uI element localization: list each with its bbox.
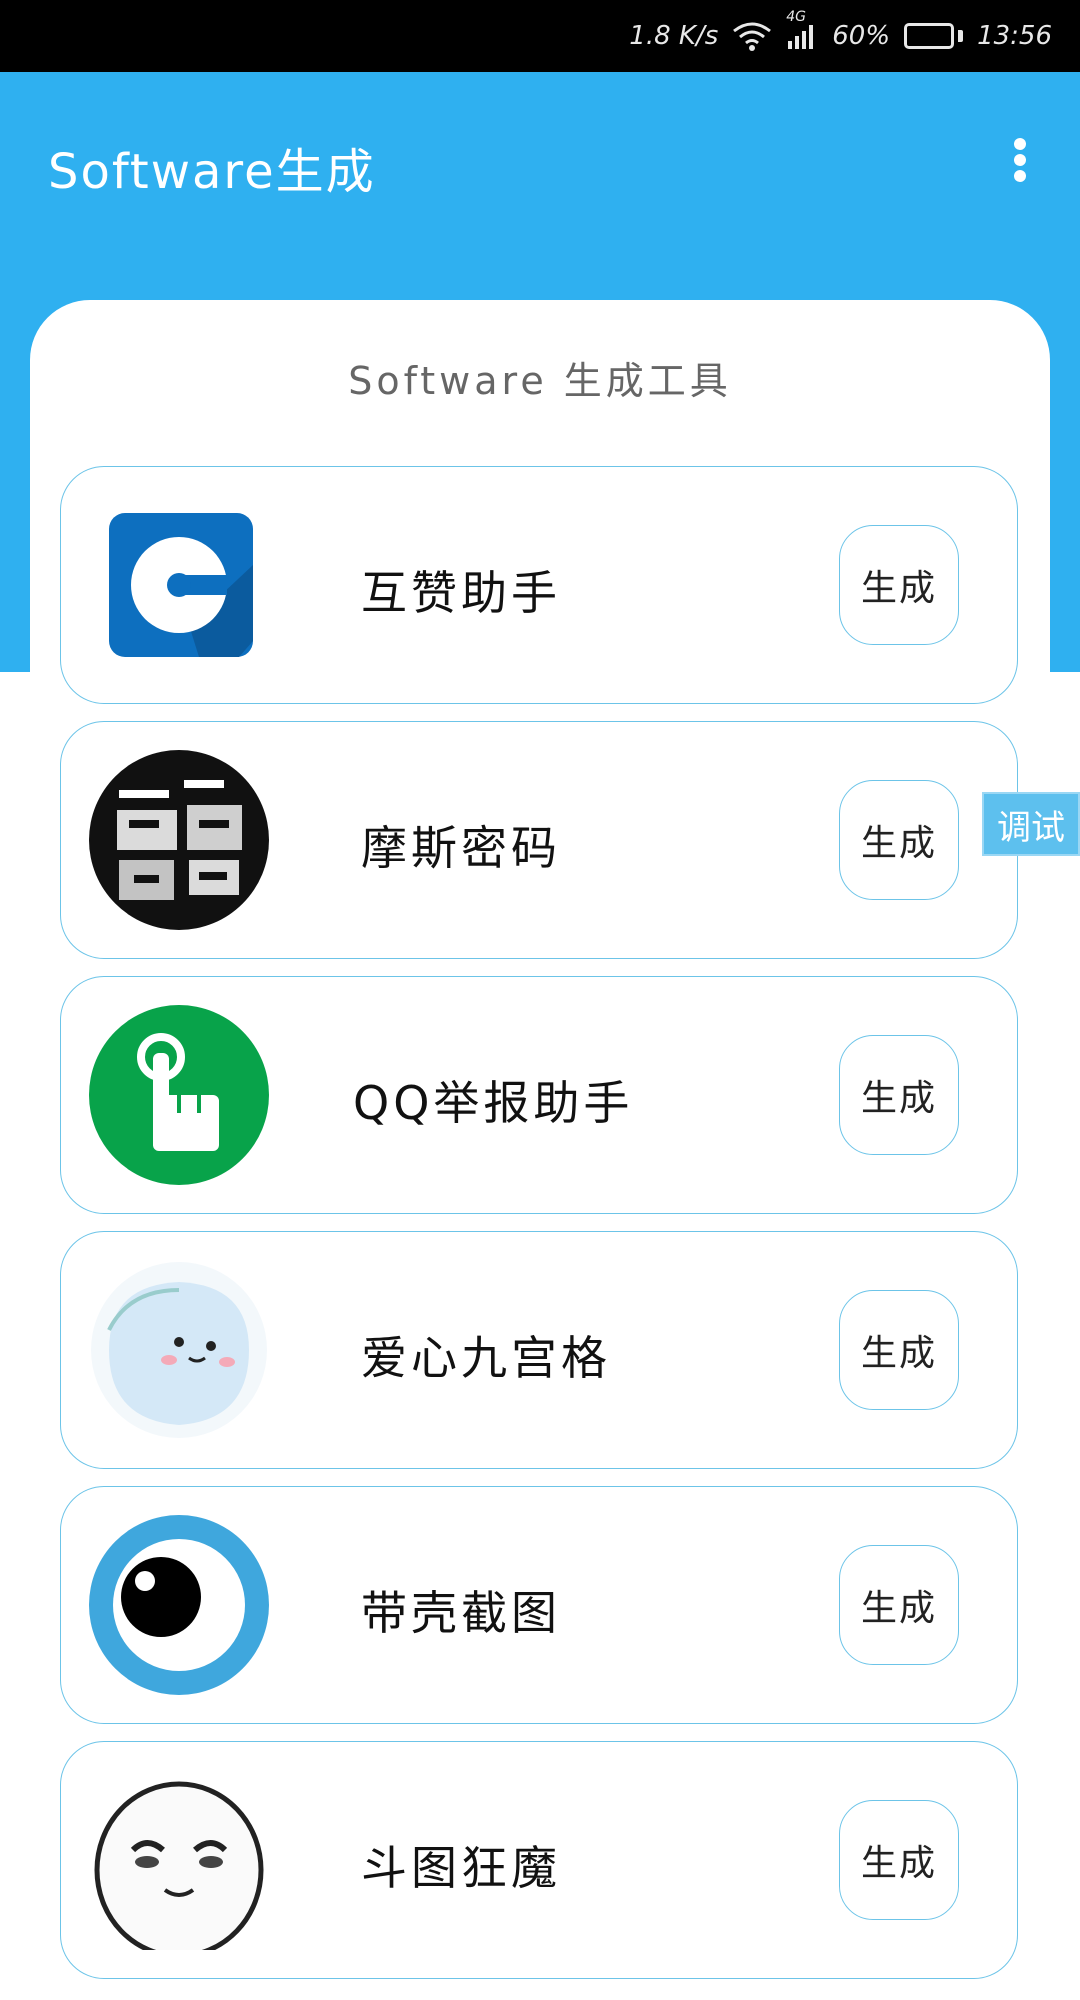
item-name: 斗图狂魔 <box>361 1841 561 1895</box>
generate-button[interactable]: 生成 <box>839 780 959 900</box>
generate-button[interactable]: 生成 <box>839 1800 959 1920</box>
shell-screenshot-app-icon <box>89 1515 269 1695</box>
item-name: 带壳截图 <box>361 1586 561 1640</box>
list-item[interactable]: QQ举报助手 生成 <box>60 976 1018 1214</box>
qq-report-app-icon <box>89 1005 269 1185</box>
list-item[interactable]: 带壳截图 生成 <box>60 1486 1018 1724</box>
generate-button[interactable]: 生成 <box>839 525 959 645</box>
status-bar: 1.8 K/s 4G 60% 13:56 <box>0 0 1080 72</box>
like-helper-app-icon <box>89 495 269 675</box>
list-item[interactable]: 互赞助手 生成 <box>60 466 1018 704</box>
network-speed: 1.8 K/s <box>629 21 719 51</box>
wifi-icon <box>732 21 772 51</box>
item-name: 互赞助手 <box>361 566 561 620</box>
signal-icon: 4G <box>786 9 818 51</box>
item-name: 摩斯密码 <box>361 821 561 875</box>
app-title: Software生成 <box>48 144 376 200</box>
list-item[interactable]: 斗图狂魔 生成 <box>60 1741 1018 1979</box>
item-name: 爱心九宫格 <box>361 1331 611 1385</box>
generate-button[interactable]: 生成 <box>839 1545 959 1665</box>
debug-tab[interactable]: 调试 <box>982 792 1080 856</box>
generate-button[interactable]: 生成 <box>839 1035 959 1155</box>
morse-code-app-icon <box>89 750 269 930</box>
battery-percent: 60% <box>832 21 891 51</box>
list-item[interactable]: 摩斯密码 生成 <box>60 721 1018 959</box>
battery-icon <box>904 23 964 49</box>
tools-card: Software 生成工具 互赞助手 生成 摩斯密码 生成 QQ举报助手 生成 … <box>30 300 1050 2000</box>
heart-grid-app-icon <box>89 1260 269 1440</box>
clock: 13:56 <box>977 21 1052 51</box>
card-title: Software 生成工具 <box>348 359 732 403</box>
network-type-label: 4G <box>786 9 807 25</box>
item-name: QQ举报助手 <box>353 1076 634 1130</box>
more-vert-icon[interactable] <box>1000 130 1040 190</box>
generate-button[interactable]: 生成 <box>839 1290 959 1410</box>
meme-app-icon <box>89 1770 269 1959</box>
list-item[interactable]: 爱心九宫格 生成 <box>60 1231 1018 1469</box>
